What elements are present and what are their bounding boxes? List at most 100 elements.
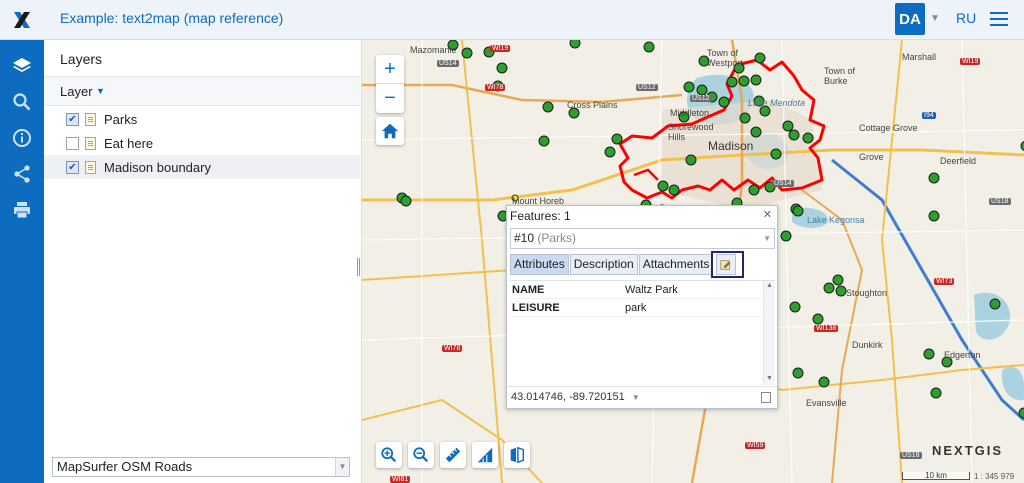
feature-select[interactable]: #10 (Parks) ▼ bbox=[510, 228, 775, 249]
layer-name: Eat here bbox=[104, 135, 154, 151]
road-shield: WI19 bbox=[960, 58, 981, 65]
chevron-down-icon[interactable]: ▼ bbox=[930, 13, 940, 24]
panel-splitter-handle[interactable] bbox=[357, 258, 360, 276]
map-label: Grove bbox=[859, 152, 884, 162]
attribution-logo[interactable]: NEXTGIS bbox=[932, 443, 1003, 458]
ruler-icon bbox=[445, 447, 461, 463]
zoom-in-icon bbox=[381, 447, 397, 463]
close-icon[interactable]: ✕ bbox=[763, 208, 772, 221]
attribute-value: park bbox=[625, 301, 647, 314]
map-label: Evansville bbox=[806, 398, 847, 408]
zoom-in-button[interactable]: + bbox=[376, 55, 404, 84]
tab-description[interactable]: Description bbox=[569, 254, 638, 275]
coordinates-value: 43.014746, -89.720151 bbox=[511, 391, 625, 403]
panel-title: Layers bbox=[60, 51, 103, 67]
map-label: Town of Westport bbox=[707, 48, 743, 68]
share-icon[interactable] bbox=[0, 156, 44, 192]
scale-ratio: 1 : 345 979 bbox=[974, 472, 1015, 481]
chevron-down-icon[interactable]: ▼ bbox=[632, 393, 640, 402]
map-view[interactable]: Mazomanie Town of Westport Town of Burke… bbox=[362, 40, 1024, 483]
attributes-table: NAME Waltz Park LEISURE park ▲ ▼ bbox=[510, 280, 775, 385]
layer-checkbox[interactable]: ✔ bbox=[66, 160, 79, 174]
road-shield: WI81 bbox=[390, 476, 411, 483]
highlight-outline bbox=[711, 251, 744, 278]
sort-down-icon[interactable]: ▼ bbox=[96, 86, 105, 96]
layer-name: Madison boundary bbox=[104, 159, 211, 175]
road-shield: WI19 bbox=[490, 45, 511, 52]
zoom-in-tool-button[interactable] bbox=[376, 442, 402, 468]
attribute-value: Waltz Park bbox=[625, 283, 678, 296]
road-shield: WI78 bbox=[485, 84, 506, 91]
layer-checkbox[interactable] bbox=[66, 136, 79, 150]
language-da-button[interactable]: DA bbox=[895, 3, 925, 35]
popup-title: Features: 1 bbox=[510, 209, 571, 223]
road-shield: WI138 bbox=[814, 325, 839, 332]
chevron-down-icon[interactable]: ▼ bbox=[763, 229, 771, 248]
zoom-control: + − bbox=[376, 55, 404, 113]
swipe-icon bbox=[510, 446, 525, 464]
area-measure-icon bbox=[477, 447, 493, 463]
layer-name: Parks bbox=[104, 111, 138, 127]
map-label: Edgerton bbox=[944, 350, 981, 360]
layer-row-parks[interactable]: ✔ Parks bbox=[44, 107, 360, 131]
layer-row-eat-here[interactable]: Eat here bbox=[44, 131, 360, 155]
chevron-down-icon[interactable]: ▼ bbox=[335, 458, 349, 476]
feature-layer: (Parks) bbox=[537, 231, 577, 245]
layer-row-madison-boundary[interactable]: ✔ Madison boundary bbox=[44, 155, 360, 179]
road-shield: WI73 bbox=[934, 278, 955, 285]
layer-column-header[interactable]: Layer ▼ bbox=[44, 76, 360, 106]
road-shield: I94 bbox=[922, 112, 936, 119]
layer-column-label: Layer bbox=[60, 84, 93, 99]
copy-icon[interactable] bbox=[761, 392, 771, 403]
road-shield: US14 bbox=[437, 60, 459, 67]
measure-distance-button[interactable] bbox=[440, 442, 466, 468]
layers-icon[interactable] bbox=[0, 48, 44, 84]
app-header: Example: text2map (map reference) DA ▼ R… bbox=[0, 0, 1024, 40]
attribute-row: LEISURE park bbox=[510, 299, 762, 317]
zoom-out-button[interactable]: − bbox=[376, 84, 404, 113]
measure-area-button[interactable] bbox=[472, 442, 498, 468]
info-icon[interactable] bbox=[0, 120, 44, 156]
layer-document-icon bbox=[85, 160, 96, 174]
scroll-down-icon[interactable]: ▼ bbox=[766, 375, 773, 382]
road-shield: US18 bbox=[989, 198, 1011, 205]
map-label: Marshall bbox=[902, 52, 937, 62]
road-shield: US12 bbox=[636, 84, 658, 91]
nextgis-logo[interactable] bbox=[0, 0, 44, 40]
home-button[interactable] bbox=[376, 117, 404, 145]
basemap-select[interactable]: MapSurfer OSM Roads ▼ bbox=[52, 457, 350, 477]
swipe-compare-button[interactable] bbox=[504, 442, 530, 468]
search-icon[interactable] bbox=[0, 84, 44, 120]
map-label: Stoughton bbox=[846, 288, 888, 298]
basemap-value: MapSurfer OSM Roads bbox=[57, 459, 193, 474]
tab-attributes[interactable]: Attributes bbox=[510, 254, 569, 275]
side-rail bbox=[0, 40, 44, 483]
map-label: Town of Burke bbox=[824, 66, 856, 86]
map-label: Cross Plains bbox=[567, 100, 618, 110]
home-icon bbox=[381, 123, 399, 139]
layers-panel: Layers Layer ▼ ✔ Parks Eat here ✔ Madiso… bbox=[44, 40, 362, 483]
popup-scrollbar[interactable]: ▲ ▼ bbox=[763, 281, 775, 385]
menu-icon[interactable] bbox=[990, 12, 1008, 26]
map-label: Deerfield bbox=[940, 156, 977, 166]
road-shield: US14 bbox=[772, 180, 794, 187]
layer-checkbox[interactable]: ✔ bbox=[66, 112, 79, 126]
zoom-out-icon bbox=[413, 447, 429, 463]
attribute-row: NAME Waltz Park bbox=[510, 281, 762, 299]
scroll-up-icon[interactable]: ▲ bbox=[766, 282, 773, 289]
zoom-out-tool-button[interactable] bbox=[408, 442, 434, 468]
attribute-key: NAME bbox=[512, 283, 545, 296]
popup-coordinates: 43.014746, -89.720151 ▼ bbox=[507, 386, 777, 408]
map-label-water: Lake Kegonsa bbox=[807, 215, 865, 225]
app-title: Example: text2map (map reference) bbox=[60, 10, 284, 26]
layer-document-icon bbox=[85, 136, 96, 150]
road-shield: US12 bbox=[690, 95, 712, 102]
tab-attachments[interactable]: Attachments bbox=[638, 254, 714, 275]
language-ru-button[interactable]: RU bbox=[956, 10, 976, 26]
print-icon[interactable] bbox=[0, 192, 44, 228]
popup-tabs: Attributes Description Attachments bbox=[510, 254, 737, 275]
road-shield: WI59 bbox=[745, 442, 766, 449]
attribute-key: LEISURE bbox=[512, 301, 560, 314]
road-shield: US18 bbox=[900, 452, 922, 459]
scale-bar: 10 km bbox=[902, 472, 970, 480]
